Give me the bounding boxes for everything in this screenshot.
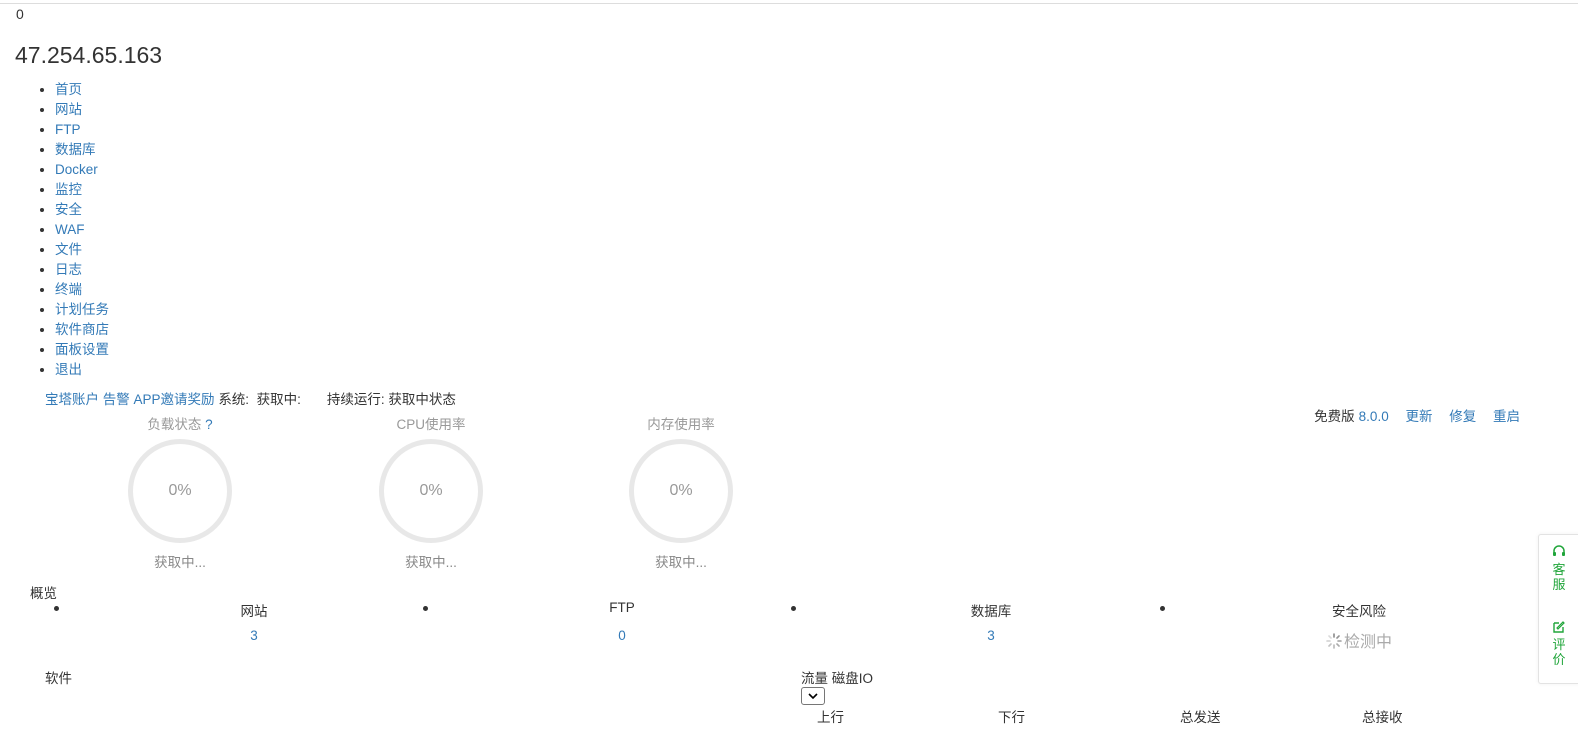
nav-link-sites[interactable]: 网站 — [55, 102, 82, 117]
overview-risk-label: 安全风险 — [1332, 604, 1386, 619]
nav-item-logs: 日志 — [55, 259, 109, 279]
edit-icon — [1553, 621, 1565, 633]
nav-item-sites: 网站 — [55, 99, 109, 119]
overview-ftp-label: FTP — [609, 600, 635, 615]
bullet — [54, 606, 59, 611]
restart-link[interactable]: 重启 — [1493, 409, 1520, 424]
overview-sites-count[interactable]: 3 — [154, 628, 354, 643]
review-label: 评价 — [1552, 637, 1566, 667]
column-download: 下行 — [998, 710, 1025, 725]
nav-link-ftp[interactable]: FTP — [55, 122, 81, 137]
alarm-link[interactable]: 告警 — [103, 392, 130, 407]
version-bar: 免费版 8.0.0 更新 修复 重启 — [1314, 405, 1520, 425]
nav-link-logout[interactable]: 退出 — [55, 362, 82, 377]
overview-database-label: 数据库 — [970, 604, 1012, 619]
overview-ftp[interactable]: FTP 0 — [522, 600, 722, 643]
nav-link-settings[interactable]: 面板设置 — [55, 342, 109, 357]
overview-security-risk[interactable]: 安全风险 检测中 — [1259, 600, 1459, 652]
bullet — [423, 606, 428, 611]
interface-select[interactable] — [801, 687, 825, 705]
nav-link-monitor[interactable]: 监控 — [55, 182, 82, 197]
counter: 0 — [16, 6, 24, 22]
nav-link-terminal[interactable]: 终端 — [55, 282, 82, 297]
gauge-memory-title: 内存使用率 — [647, 417, 715, 432]
account-link[interactable]: 宝塔账户 — [45, 392, 99, 407]
gauge-cpu: CPU使用率 0% 获取中... — [361, 413, 501, 571]
software-title: 软件 — [45, 671, 72, 686]
nav-link-database[interactable]: 数据库 — [55, 142, 96, 157]
tab-disk-io[interactable]: 磁盘IO — [832, 671, 873, 686]
traffic-tabs: 流量 磁盘IO — [801, 667, 873, 687]
invite-link[interactable]: 邀请奖励 — [161, 392, 215, 407]
nav-item-docker: Docker — [55, 159, 109, 179]
overview-ftp-count[interactable]: 0 — [522, 628, 722, 643]
gauge-load-status: 获取中... — [154, 555, 206, 570]
customer-service-button[interactable]: 客服 — [1539, 545, 1578, 592]
bullet — [1160, 606, 1165, 611]
system-label: 系统: — [218, 392, 250, 407]
info-bar: 宝塔账户 告警 APP邀请奖励 系统: 获取中: 持续运行: 获取中状态 — [45, 388, 456, 408]
edition-label: 免费版 — [1314, 409, 1355, 424]
gauge-load-ring[interactable]: 0% — [128, 439, 232, 543]
system-value: 获取中: — [256, 392, 301, 407]
nav-link-cron[interactable]: 计划任务 — [55, 302, 109, 317]
column-total-received: 总接收 — [1362, 710, 1403, 725]
nav-item-store: 软件商店 — [55, 319, 109, 339]
side-float-panel: 客服 评价 — [1538, 534, 1578, 684]
gauge-load-title: 负载状态 — [147, 417, 202, 432]
nav-link-docker[interactable]: Docker — [55, 162, 98, 177]
help-icon[interactable]: ? — [205, 417, 213, 432]
overview-database[interactable]: 数据库 3 — [891, 600, 1091, 643]
review-button[interactable]: 评价 — [1539, 620, 1578, 667]
bullet — [791, 606, 796, 611]
main-nav: 首页 网站 FTP 数据库 Docker 监控 安全 WAF 文件 日志 终端 … — [38, 79, 109, 379]
overview-list: 网站 3 FTP 0 数据库 3 安全风险 检测中 — [0, 600, 1540, 660]
chevron-down-icon — [808, 692, 818, 699]
nav-link-store[interactable]: 软件商店 — [55, 322, 109, 337]
tab-traffic[interactable]: 流量 — [801, 671, 828, 686]
gauge-cpu-ring[interactable]: 0% — [379, 439, 483, 543]
nav-item-security: 安全 — [55, 199, 109, 219]
nav-item-monitor: 监控 — [55, 179, 109, 199]
overview-database-count[interactable]: 3 — [891, 628, 1091, 643]
gauge-load: 负载状态 ? 0% 获取中... — [110, 413, 250, 571]
nav-link-logs[interactable]: 日志 — [55, 262, 82, 277]
gauge-memory-ring[interactable]: 0% — [629, 439, 733, 543]
column-upload: 上行 — [817, 710, 844, 725]
nav-item-files: 文件 — [55, 239, 109, 259]
nav-link-waf[interactable]: WAF — [55, 222, 85, 237]
top-divider — [0, 3, 1578, 4]
version-link[interactable]: 8.0.0 — [1359, 409, 1389, 424]
nav-item-home: 首页 — [55, 79, 109, 99]
server-ip: 47.254.65.163 — [15, 42, 163, 68]
uptime-label: 持续运行: — [326, 392, 385, 407]
gauge-memory-status: 获取中... — [655, 555, 707, 570]
nav-item-logout: 退出 — [55, 359, 109, 379]
nav-item-settings: 面板设置 — [55, 339, 109, 359]
nav-item-ftp: FTP — [55, 119, 109, 139]
column-total-sent: 总发送 — [1180, 710, 1221, 725]
gauge-cpu-title: CPU使用率 — [396, 417, 466, 432]
nav-link-home[interactable]: 首页 — [55, 82, 82, 97]
gauge-cpu-status: 获取中... — [405, 555, 457, 570]
overview-title: 概览 — [30, 586, 57, 601]
nav-item-database: 数据库 — [55, 139, 109, 159]
headset-icon — [1553, 545, 1565, 556]
app-link[interactable]: APP — [134, 392, 161, 407]
repair-link[interactable]: 修复 — [1449, 409, 1476, 424]
nav-item-cron: 计划任务 — [55, 299, 109, 319]
overview-risk-status: 检测中 — [1343, 634, 1392, 651]
overview-sites[interactable]: 网站 3 — [154, 600, 354, 643]
gauge-memory: 内存使用率 0% 获取中... — [611, 413, 751, 571]
nav-link-security[interactable]: 安全 — [55, 202, 82, 217]
customer-service-label: 客服 — [1552, 562, 1566, 592]
uptime-value: 获取中状态 — [388, 392, 456, 407]
nav-item-waf: WAF — [55, 219, 109, 239]
nav-link-files[interactable]: 文件 — [55, 242, 82, 257]
update-link[interactable]: 更新 — [1405, 409, 1432, 424]
loading-spinner-icon — [1326, 633, 1342, 649]
overview-sites-label: 网站 — [240, 604, 268, 619]
nav-item-terminal: 终端 — [55, 279, 109, 299]
